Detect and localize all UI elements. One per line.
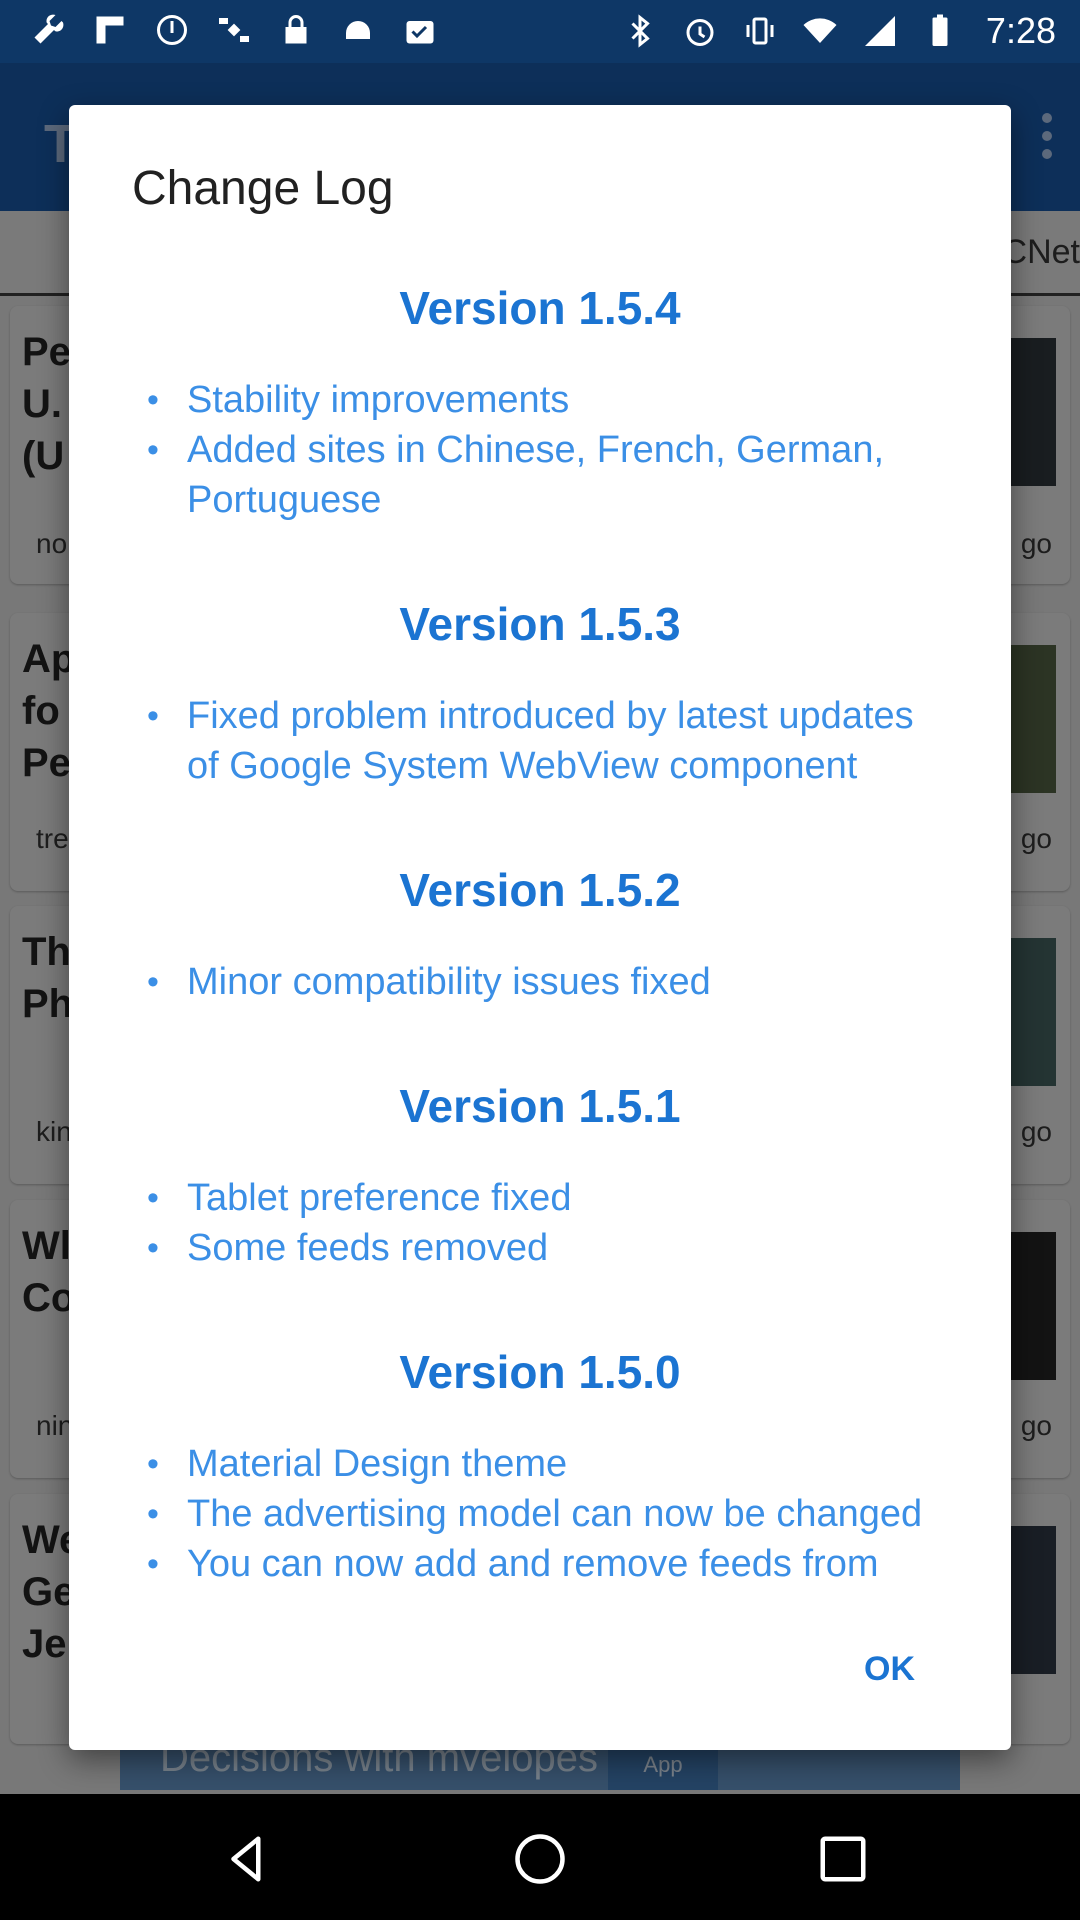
wrench-icon <box>28 10 68 50</box>
clock-circle-icon <box>152 10 192 50</box>
change-log-dialog: Change Log Version 1.5.4 Stability impro… <box>69 105 1011 1750</box>
satellite-icon <box>214 10 254 50</box>
change-note: The advertising model can now be changed <box>131 1489 949 1539</box>
change-note: Material Design theme <box>131 1439 949 1489</box>
version-section: Version 1.5.3 Fixed problem introduced b… <box>69 581 1011 791</box>
checklist-icon <box>400 10 440 50</box>
change-note: Some feeds removed <box>131 1223 949 1273</box>
version-section: Version 1.5.0 Material Design theme The … <box>69 1329 1011 1589</box>
flipboard-icon <box>90 10 130 50</box>
home-icon[interactable] <box>513 1832 567 1886</box>
change-note: You can now add and remove feeds from <box>131 1539 949 1589</box>
status-bar: 7:28 <box>0 0 1080 63</box>
change-note: Tablet preference fixed <box>131 1173 949 1223</box>
battery-icon <box>920 11 960 51</box>
bluetooth-icon <box>620 11 660 51</box>
status-time: 7:28 <box>985 10 1056 51</box>
version-section: Version 1.5.2 Minor compatibility issues… <box>69 847 1011 1007</box>
version-section: Version 1.5.4 Stability improvements Add… <box>69 265 1011 525</box>
wifi-icon <box>800 11 840 51</box>
version-heading: Version 1.5.2 <box>399 864 681 916</box>
ok-button[interactable]: OK <box>858 1640 921 1699</box>
change-note: Fixed problem introduced by latest updat… <box>131 691 949 791</box>
change-note: Minor compatibility issues fixed <box>131 957 949 1007</box>
lock-icon <box>276 10 316 50</box>
version-heading: Version 1.5.1 <box>399 1080 681 1132</box>
signal-icon <box>860 11 900 51</box>
dialog-title: Change Log <box>132 162 394 215</box>
version-heading: Version 1.5.4 <box>399 282 681 334</box>
version-heading: Version 1.5.0 <box>399 1346 681 1398</box>
back-icon[interactable] <box>220 1832 274 1886</box>
vibrate-icon <box>740 11 780 51</box>
navigation-bar <box>0 1794 1080 1920</box>
change-note: Stability improvements <box>131 375 949 425</box>
alarm-icon <box>680 11 720 51</box>
change-note: Added sites in Chinese, French, German, … <box>131 425 949 525</box>
recents-icon[interactable] <box>816 1832 870 1886</box>
version-heading: Version 1.5.3 <box>399 598 681 650</box>
version-section: Version 1.5.1 Tablet preference fixed So… <box>69 1063 1011 1273</box>
change-log-scroll-area[interactable]: Version 1.5.4 Stability improvements Add… <box>69 265 1011 1612</box>
android-icon <box>338 10 378 50</box>
